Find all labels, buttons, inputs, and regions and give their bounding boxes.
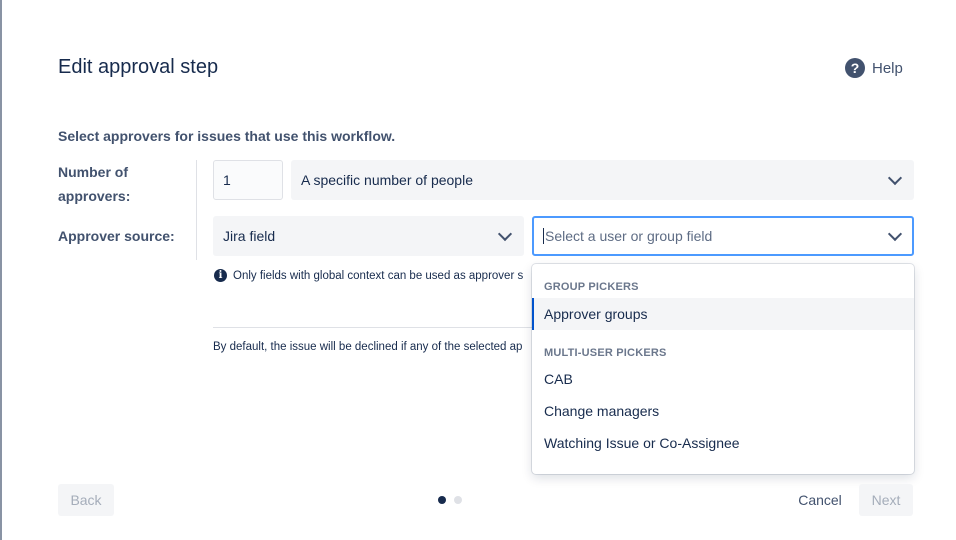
chevron-down-icon [887, 226, 903, 242]
group-heading-group-pickers: GROUP PICKERS [544, 281, 639, 293]
option-watching-issue-co-assignee[interactable]: Watching Issue or Co-Assignee [532, 427, 914, 459]
user-group-field-placeholder: Select a user or group field [545, 228, 713, 244]
question-circle-icon: ? [845, 58, 865, 78]
step-dot-1 [438, 496, 446, 504]
approver-count-value: 1 [223, 172, 231, 188]
field-dropdown-menu: GROUP PICKERS Approver groups MULTI-USER… [532, 264, 914, 474]
intro-text: Select approvers for issues that use thi… [58, 128, 396, 144]
option-approver-groups[interactable]: Approver groups [532, 298, 914, 330]
cancel-button[interactable]: Cancel [789, 484, 851, 516]
global-context-note-text: Only fields with global context can be u… [233, 269, 524, 282]
approver-source-select[interactable]: Jira field [213, 216, 524, 256]
dialog-title: Edit approval step [58, 56, 219, 78]
default-decline-note: By default, the issue will be declined i… [213, 341, 523, 353]
chevron-down-icon [887, 170, 903, 186]
approver-mode-value: A specific number of people [301, 172, 473, 188]
option-cab[interactable]: CAB [532, 363, 914, 395]
info-icon: i [214, 269, 227, 282]
back-button[interactable]: Back [58, 484, 114, 516]
step-indicator [438, 496, 462, 504]
user-group-field-input[interactable]: Select a user or group field [543, 228, 712, 244]
next-button[interactable]: Next [859, 484, 913, 516]
step-dot-2 [454, 496, 462, 504]
group-heading-multi-user-pickers: MULTI-USER PICKERS [544, 347, 667, 359]
approver-mode-select[interactable]: A specific number of people [291, 160, 914, 200]
approver-source-value: Jira field [223, 228, 276, 244]
approver-count-input[interactable]: 1 [213, 160, 283, 200]
user-group-field-select[interactable]: Select a user or group field [532, 216, 914, 256]
option-change-managers[interactable]: Change managers [532, 395, 914, 427]
global-context-note: i Only fields with global context can be… [214, 269, 532, 282]
form-divider [196, 160, 197, 260]
help-link[interactable]: ? Help [845, 58, 903, 78]
left-edge-border [0, 0, 2, 540]
number-of-approvers-label: Number of approvers: [58, 164, 131, 204]
chevron-down-icon [497, 226, 513, 242]
approver-source-label: Approver source: [58, 228, 175, 244]
text-cursor [543, 228, 544, 244]
help-label: Help [872, 59, 903, 77]
section-divider [213, 327, 533, 328]
